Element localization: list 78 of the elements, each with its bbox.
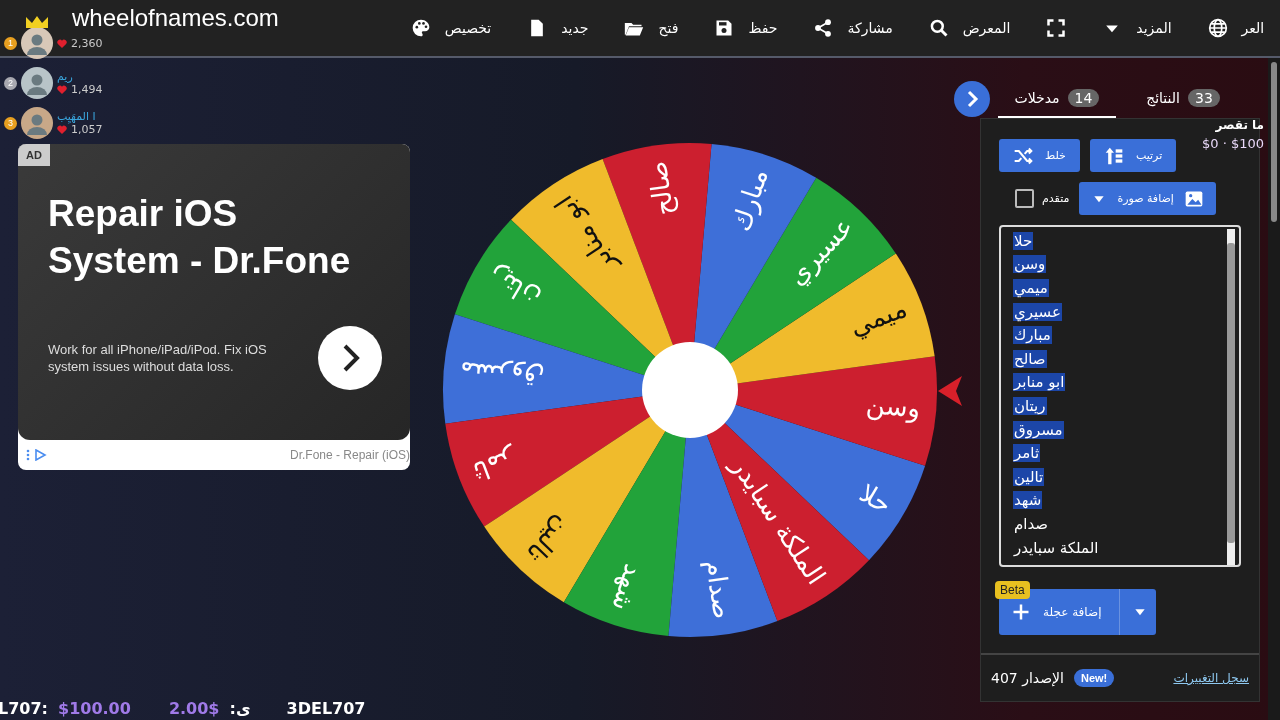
heart-icon — [57, 38, 67, 48]
slice-label: عسيري — [781, 211, 859, 291]
share-icon — [813, 18, 834, 38]
menu-item[interactable]: مشاركة — [813, 18, 893, 38]
ticker-text: L707: — [0, 699, 48, 718]
entries-textarea[interactable]: حلا وسن ميمي عسيري مبارك صالح ابو منابر ريتان مسروق ثامر تالين شهد صدام الملكة سبايدر — [999, 225, 1241, 567]
beta-badge: Beta — [995, 581, 1030, 599]
version-text: الإصدار 407 — [991, 670, 1064, 686]
menu-item[interactable]: حفظ — [714, 18, 778, 38]
ticker-amount: 2.00$ — [168, 699, 220, 718]
menu-item[interactable]: فتح — [624, 18, 679, 38]
leader-name: ا المهَيِب — [57, 110, 97, 123]
slice-label: تالين — [521, 511, 578, 569]
rank-medal: 2 — [4, 76, 17, 90]
menu-item[interactable] — [1046, 18, 1067, 38]
scrollbar[interactable] — [1227, 229, 1235, 565]
count-badge: 33 — [1188, 89, 1220, 107]
add-image-button[interactable]: إضافة صورة — [1079, 182, 1216, 215]
leader-score: 2,360 — [57, 36, 103, 50]
site-logo[interactable]: wheelofnames.com — [72, 6, 279, 30]
next-button[interactable] — [318, 326, 382, 390]
ad-title: Repair iOS System - Dr.Fone — [48, 192, 352, 283]
count-badge: 14 — [1067, 89, 1100, 107]
fullscreen-icon — [1046, 18, 1067, 38]
collapse-button[interactable] — [954, 81, 990, 117]
changelog-link[interactable]: سجل التغييرات — [1173, 671, 1249, 685]
leader-score: 1,057 — [57, 123, 103, 136]
slice-label: وسن — [865, 389, 922, 424]
entry-line: صدام — [1013, 514, 1050, 533]
entry-line: الملكة سبايدر — [1013, 538, 1100, 557]
new-badge: New! — [1073, 669, 1115, 687]
avatar — [21, 67, 53, 99]
search-icon — [928, 18, 949, 38]
crown-icon — [25, 15, 49, 29]
overlay-range: $0 · $100 — [1201, 136, 1264, 151]
ad-card[interactable]: AD Repair iOS System - Dr.Fone Work for all iPhone/iPad/iPod. Fix iOS system issues without data loss. Dr.Fone - Repair (iOS) — [18, 144, 410, 470]
slice-label: ابو منابر — [548, 190, 622, 280]
checkbox[interactable] — [1015, 189, 1034, 208]
shuffle-button[interactable]: خلط — [999, 139, 1080, 172]
ad-footer: Dr.Fone - Repair (iOS) — [289, 448, 410, 462]
menu-item[interactable]: المزيد — [1102, 18, 1172, 38]
leader-score: 1,494 — [57, 83, 103, 96]
avatar — [21, 27, 53, 59]
leader-name: ريم — [57, 70, 74, 83]
slice-label: ريتان — [483, 260, 546, 315]
ad-text: Work for all iPhone/iPad/iPod. Fix iOS system issues without data loss. — [48, 341, 268, 375]
avatar — [21, 107, 53, 139]
slice-label: شهد — [606, 560, 650, 615]
rank-medal: 3 — [4, 116, 17, 130]
wheel-hub[interactable] — [642, 342, 738, 438]
page-scrollbar[interactable] — [1268, 58, 1280, 720]
menu-item[interactable]: جديد — [527, 18, 589, 38]
overlay-title: ما تقصر — [1215, 118, 1264, 132]
menu-item[interactable]: تخصيص — [410, 18, 492, 38]
plus-icon — [1011, 602, 1031, 622]
heart-icon — [57, 125, 67, 134]
slice-label: صالح — [642, 159, 680, 218]
menu-item[interactable]: المعرض — [928, 18, 1011, 38]
ticker-text: ى: — [229, 699, 251, 718]
shuffle-icon — [1013, 145, 1033, 166]
heart-icon — [57, 85, 67, 94]
advanced-checkbox[interactable]: متقدم — [1015, 189, 1070, 208]
slice-label: مسروق — [458, 356, 545, 394]
menu-item[interactable]: العر — [1207, 18, 1265, 38]
globe-icon — [1207, 18, 1228, 38]
palette-icon — [410, 18, 431, 38]
ticker-amount: $100.00 — [58, 699, 131, 718]
sort-icon — [1103, 145, 1124, 166]
ticker-text: 3DEL707 — [286, 699, 366, 718]
ad-badge: AD — [18, 144, 50, 166]
sort-button[interactable]: ترتيب — [1089, 139, 1177, 172]
slice-label: حلا — [854, 477, 897, 520]
pointer-icon — [938, 376, 962, 406]
save-icon — [714, 18, 735, 38]
slice-label: صدام — [700, 558, 738, 621]
slice-label: ميمي — [845, 292, 911, 342]
slice-label: مبارك — [725, 165, 774, 235]
slice-label: ثامر — [469, 443, 521, 488]
